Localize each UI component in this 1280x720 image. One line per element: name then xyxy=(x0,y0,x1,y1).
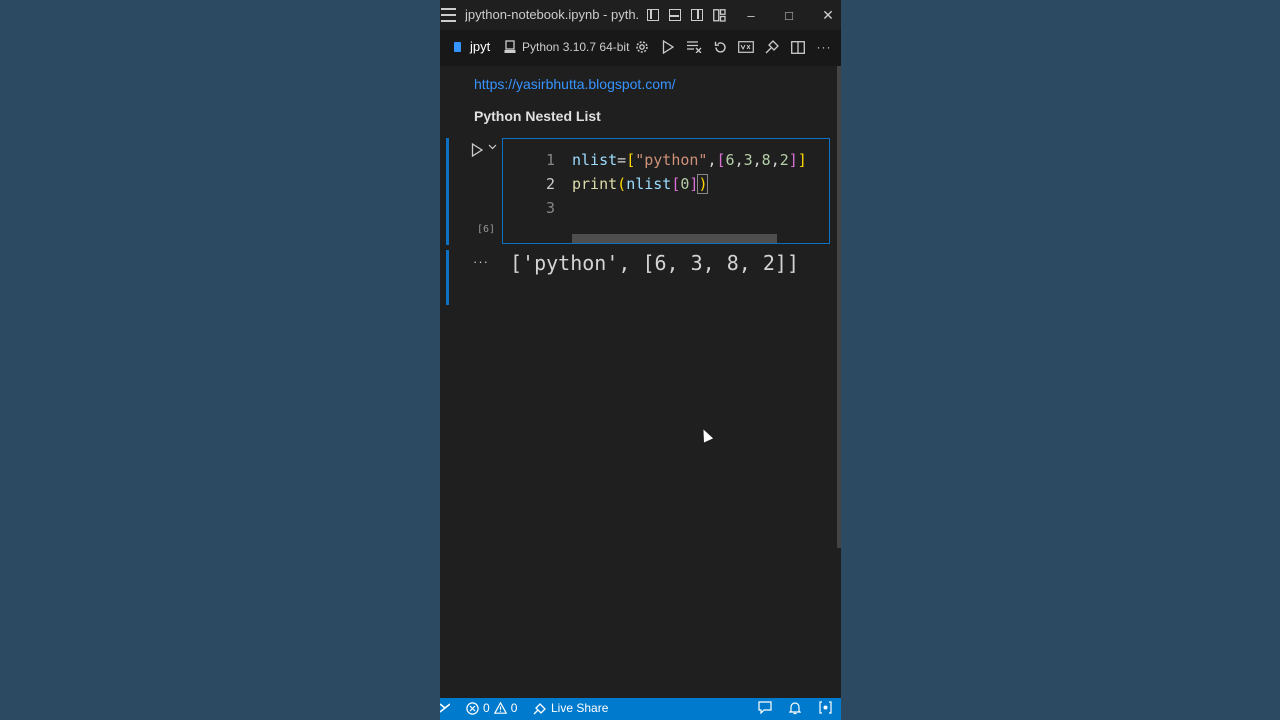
toggle-secondary-sidebar-icon[interactable] xyxy=(689,0,705,30)
warning-icon xyxy=(493,702,507,714)
warning-count: 0 xyxy=(510,701,518,715)
file-tab-label: jpyt xyxy=(470,39,491,54)
server-environment-icon xyxy=(504,40,516,53)
code-text: print(nlist[0]) xyxy=(572,174,709,194)
vscode-window: jpython-notebook.ipynb - pyth... – □ ✕ j… xyxy=(440,0,841,720)
feedback-icon[interactable] xyxy=(758,701,772,714)
remote-indicator-icon[interactable] xyxy=(440,700,450,716)
split-editor-icon[interactable] xyxy=(790,39,806,55)
hamburger-menu-icon[interactable] xyxy=(440,0,457,30)
output-focus-indicator xyxy=(446,250,449,305)
code-text: nlist=["python",[6,3,8,2]] xyxy=(572,151,807,169)
kernel-label: Python 3.10.7 64-bit xyxy=(522,40,630,54)
more-actions-icon[interactable]: ··· xyxy=(816,39,832,55)
code-cell-editor[interactable]: 1 nlist=["python",[6,3,8,2]] 2 print(nli… xyxy=(502,138,830,244)
vertical-scrollbar[interactable] xyxy=(837,66,841,548)
live-share-label: Live Share xyxy=(551,701,609,715)
line-number: 2 xyxy=(545,175,555,193)
title-bar: jpython-notebook.ipynb - pyth... – □ ✕ xyxy=(440,0,841,30)
play-icon xyxy=(471,143,483,157)
run-options-chevron-icon[interactable] xyxy=(488,142,497,153)
kernel-picker[interactable]: Python 3.10.7 64-bit xyxy=(504,40,629,54)
notebook-file-icon xyxy=(454,41,461,52)
markdown-heading: Python Nested List xyxy=(474,108,601,124)
copilot-status-icon[interactable] xyxy=(819,701,832,714)
toggle-panel-icon[interactable] xyxy=(667,0,683,30)
notifications-bell-icon[interactable] xyxy=(789,701,801,715)
customize-layout-icon[interactable] xyxy=(711,0,727,30)
variables-icon[interactable] xyxy=(738,39,754,55)
notebook-toolbar: jpyt Python 3.10.7 64-bit ··· xyxy=(440,30,841,66)
line-number: 1 xyxy=(545,151,555,169)
live-share-icon xyxy=(533,702,546,714)
status-bar: 0 0 Live Share xyxy=(440,698,841,720)
execution-count: [6] xyxy=(477,224,496,235)
line-number: 3 xyxy=(545,199,555,217)
clear-all-outputs-icon[interactable] xyxy=(686,39,702,55)
close-button[interactable]: ✕ xyxy=(817,0,839,30)
window-title: jpython-notebook.ipynb - pyth... xyxy=(465,7,640,22)
markdown-link[interactable]: https://yasirbhutta.blogspot.com/ xyxy=(474,76,676,92)
run-all-icon[interactable] xyxy=(660,39,676,55)
error-count: 0 xyxy=(483,701,490,715)
cell-output: ['python', [6, 3, 8, 2]] xyxy=(510,251,799,275)
settings-gear-icon[interactable] xyxy=(634,39,650,55)
notebook-editor: https://yasirbhutta.blogspot.com/ Python… xyxy=(440,66,841,698)
live-share-session-icon[interactable] xyxy=(764,39,780,55)
file-tab[interactable]: jpyt xyxy=(454,39,490,54)
live-share-button[interactable]: Live Share xyxy=(533,701,608,715)
toggle-primary-sidebar-icon[interactable] xyxy=(645,0,661,30)
maximize-button[interactable]: □ xyxy=(778,0,800,30)
restart-kernel-icon[interactable] xyxy=(712,39,728,55)
horizontal-scrollbar[interactable] xyxy=(572,234,777,243)
output-actions-button[interactable]: ··· xyxy=(473,254,489,269)
problems-indicator[interactable]: 0 0 xyxy=(466,701,517,715)
run-cell-button[interactable] xyxy=(470,141,484,159)
cell-focus-indicator xyxy=(446,138,449,245)
error-icon xyxy=(466,701,479,715)
minimize-button[interactable]: – xyxy=(740,0,762,30)
